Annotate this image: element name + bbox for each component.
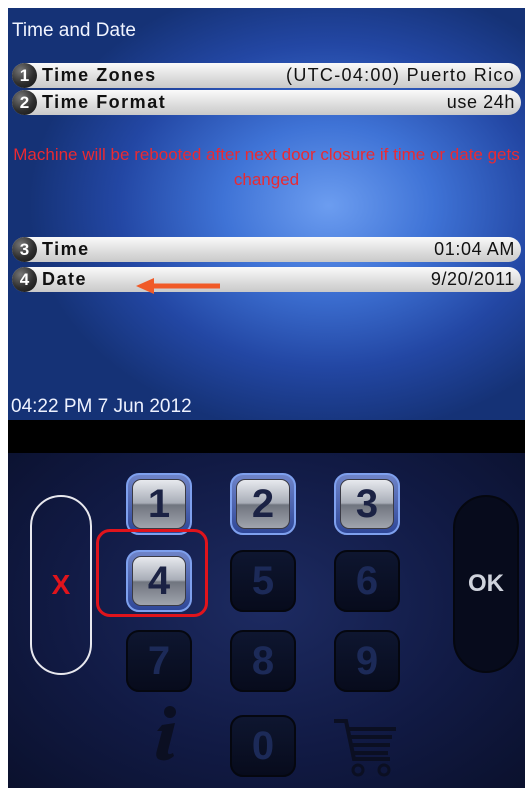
arrow-left-icon xyxy=(136,278,220,294)
row-value: 9/20/2011 xyxy=(430,269,515,289)
reboot-warning-text: Machine will be rebooted after next door… xyxy=(13,145,520,189)
cancel-x-label: X xyxy=(51,569,71,600)
key-label: 1 xyxy=(132,479,186,529)
row-label: Time xyxy=(42,239,90,259)
kiosk-display: Time and Date 1 Time Zones (UTC-04:00) P… xyxy=(8,8,525,788)
keypad-key-5[interactable]: 5 xyxy=(230,550,296,612)
ok-label: OK xyxy=(468,570,504,597)
menu-row-time-zones[interactable]: 1 Time Zones (UTC-04:00) Puerto Rico xyxy=(12,63,521,88)
row-label: Time Zones xyxy=(42,65,157,85)
keypad-key-7[interactable]: 7 xyxy=(126,630,192,692)
key-label: 7 xyxy=(147,638,171,683)
keypad-key-6[interactable]: 6 xyxy=(334,550,400,612)
row-number-badge: 4 xyxy=(12,267,37,292)
cart-icon[interactable] xyxy=(330,713,400,783)
keypad-key-9[interactable]: 9 xyxy=(334,630,400,692)
key-label: 8 xyxy=(251,638,275,683)
key-label: 6 xyxy=(355,558,379,603)
row-number-badge: 1 xyxy=(12,63,37,88)
menu-row-date[interactable]: 4 Date 9/20/2011 xyxy=(12,267,521,292)
info-icon[interactable] xyxy=(146,703,186,763)
status-clock: 04:22 PM 7 Jun 2012 xyxy=(11,396,192,417)
key-label: 5 xyxy=(251,558,275,603)
cancel-button[interactable]: X xyxy=(30,495,92,675)
time-date-screen: Time and Date 1 Time Zones (UTC-04:00) P… xyxy=(8,8,525,420)
row-label: Time Format xyxy=(42,92,167,112)
screen-title: Time and Date xyxy=(12,20,136,41)
row-number-badge: 3 xyxy=(12,237,37,262)
row-label: Date xyxy=(42,269,88,289)
key-label: 2 xyxy=(236,479,290,529)
key-label: 3 xyxy=(340,479,394,529)
menu-row-time-format[interactable]: 2 Time Format use 24h xyxy=(12,90,521,115)
key-4-highlight-box xyxy=(96,529,208,617)
row-value: (UTC-04:00) Puerto Rico xyxy=(286,65,515,85)
key-label: 9 xyxy=(355,638,379,683)
row-value: 01:04 AM xyxy=(434,239,515,259)
row-number-badge: 2 xyxy=(12,90,37,115)
keypad: X 1 2 3 4 5 6 7 8 9 0 OK xyxy=(8,453,525,788)
keypad-key-3[interactable]: 3 xyxy=(334,473,400,535)
menu-row-time[interactable]: 3 Time 01:04 AM xyxy=(12,237,521,262)
ok-button[interactable]: OK xyxy=(453,495,519,673)
key-label: 0 xyxy=(251,723,275,768)
keypad-key-0[interactable]: 0 xyxy=(230,715,296,777)
keypad-key-1[interactable]: 1 xyxy=(126,473,192,535)
keypad-key-8[interactable]: 8 xyxy=(230,630,296,692)
row-value: use 24h xyxy=(446,92,515,112)
keypad-key-2[interactable]: 2 xyxy=(230,473,296,535)
